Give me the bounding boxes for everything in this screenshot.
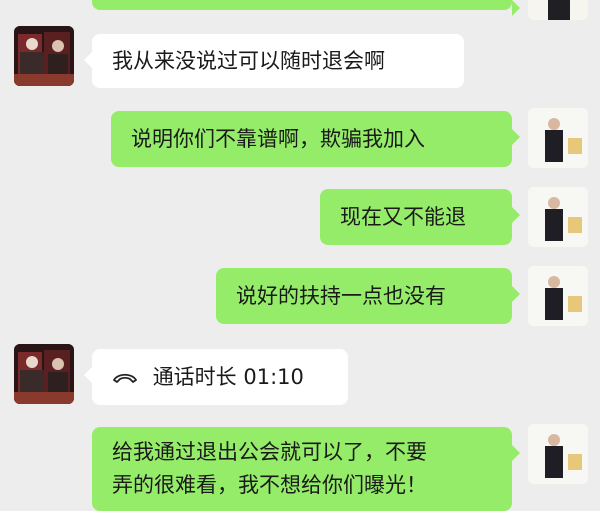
message-bubble[interactable]: 我从来没说过可以随时退会啊	[84, 34, 464, 88]
call-record-bubble[interactable]: 通话时长 01:10	[84, 349, 348, 405]
contact-avatar[interactable]	[528, 424, 588, 484]
message-bubble[interactable]: 给我通过退出公会就可以了，不要 弄的很难看，我不想给你们曝光！	[92, 427, 520, 511]
contact-avatar[interactable]	[528, 187, 588, 247]
message-bubble[interactable]: 说好的扶持一点也没有	[216, 268, 520, 324]
avatar-image	[14, 344, 74, 404]
message-text: 说明你们不靠谱啊，欺骗我加入	[131, 127, 425, 151]
phone-hangup-icon	[112, 362, 138, 395]
avatar-image	[528, 424, 588, 484]
message-bubble[interactable]: 说明你们不靠谱啊，欺骗我加入	[111, 111, 520, 167]
message-text-line: 弄的很难看，我不想给你们曝光！	[112, 473, 427, 497]
user-avatar[interactable]	[14, 344, 74, 404]
avatar-image	[14, 26, 74, 86]
avatar-image	[528, 266, 588, 326]
avatar-image	[528, 187, 588, 247]
partial-message-bubble[interactable]	[92, 0, 520, 16]
message-bubble[interactable]: 现在又不能退	[320, 189, 520, 245]
contact-avatar[interactable]	[528, 266, 588, 326]
contact-avatar[interactable]	[528, 108, 588, 168]
contact-avatar[interactable]	[528, 0, 588, 20]
message-text: 说好的扶持一点也没有	[236, 284, 446, 308]
call-duration-text: 通话时长 01:10	[152, 365, 304, 389]
message-text-line: 给我通过退出公会就可以了，不要	[112, 440, 427, 464]
avatar-image	[528, 0, 588, 20]
avatar-image	[528, 108, 588, 168]
message-text: 现在又不能退	[340, 205, 466, 229]
message-text: 我从来没说过可以随时退会啊	[112, 49, 385, 73]
user-avatar[interactable]	[14, 26, 74, 86]
